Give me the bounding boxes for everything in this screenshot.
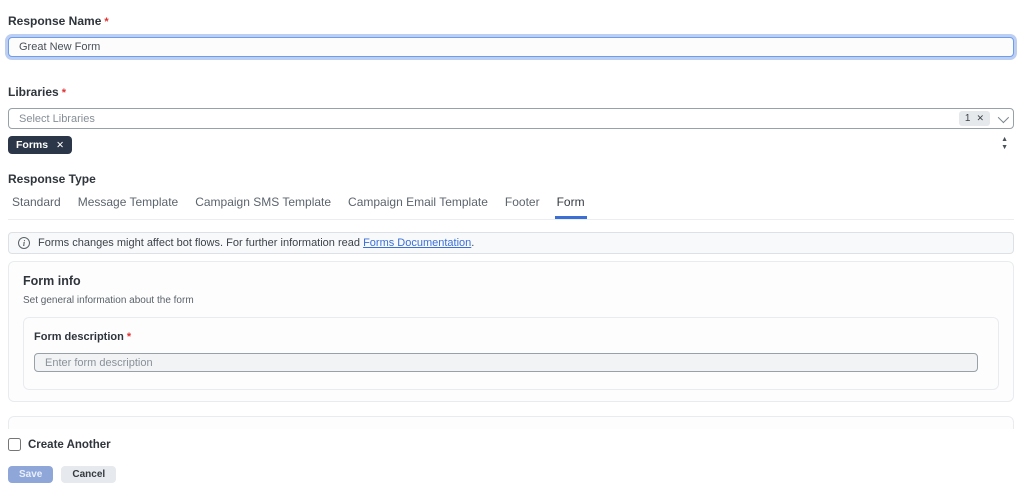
libraries-label: Libraries* [8, 85, 1014, 99]
banner-text-main: Forms changes might affect bot flows. Fo… [38, 237, 360, 249]
chip-label: Forms [16, 139, 48, 151]
form-description-label-text: Form description [34, 331, 124, 343]
form-actions: Save Cancel [8, 466, 1014, 483]
required-asterisk: * [104, 16, 108, 28]
response-type-label: Response Type [8, 172, 1014, 186]
libraries-field: Libraries* Select Libraries 1 ✕ Forms ✕ … [8, 85, 1014, 154]
form-info-subtitle: Set general information about the form [23, 295, 999, 306]
form-prompt-card: Form prompt [8, 416, 1014, 429]
save-button[interactable]: Save [8, 466, 53, 483]
response-name-input[interactable] [8, 37, 1014, 57]
libraries-select[interactable]: Select Libraries 1 ✕ [8, 108, 1014, 129]
form-description-label: Form description* [34, 331, 988, 343]
required-asterisk: * [127, 331, 131, 343]
info-icon: i [18, 237, 30, 249]
response-form-page: Response Name* Libraries* Select Librari… [0, 0, 1024, 468]
library-chip-forms[interactable]: Forms ✕ [8, 136, 72, 154]
tab-campaign-email-template[interactable]: Campaign Email Template [346, 195, 490, 219]
form-description-input[interactable] [34, 353, 978, 372]
forms-documentation-link[interactable]: Forms Documentation [363, 237, 471, 249]
libraries-label-text: Libraries [8, 85, 59, 99]
form-info-title: Form info [23, 274, 999, 288]
form-scroll-area[interactable]: Form info Set general information about … [8, 261, 1014, 429]
forms-info-banner: i Forms changes might affect bot flows. … [8, 232, 1014, 254]
response-type-tabs: Standard Message Template Campaign SMS T… [8, 195, 1014, 220]
libraries-select-controls: 1 ✕ [959, 111, 1006, 126]
banner-text: Forms changes might affect bot flows. Fo… [38, 237, 474, 249]
clear-selection-icon[interactable]: ✕ [976, 113, 984, 124]
arrow-down-icon[interactable]: ▼ [1001, 144, 1008, 152]
selected-count-badge: 1 ✕ [959, 111, 990, 126]
tab-campaign-sms-template[interactable]: Campaign SMS Template [193, 195, 333, 219]
form-info-card: Form info Set general information about … [8, 261, 1014, 402]
response-type-section: Response Type Standard Message Template … [8, 172, 1014, 220]
arrow-up-icon[interactable]: ▲ [1001, 136, 1008, 144]
tab-footer[interactable]: Footer [503, 195, 542, 219]
libraries-chip-row: Forms ✕ ▲ ▼ [8, 136, 1014, 154]
response-name-label-text: Response Name [8, 14, 101, 28]
banner-text-suffix: . [471, 237, 474, 249]
reorder-control: ▲ ▼ [1001, 136, 1008, 152]
create-another-checkbox[interactable] [8, 438, 21, 451]
tab-standard[interactable]: Standard [10, 195, 63, 219]
selected-count: 1 [965, 113, 971, 124]
form-description-group: Form description* [23, 317, 999, 390]
chevron-down-icon[interactable] [998, 111, 1009, 122]
required-asterisk: * [62, 87, 66, 99]
libraries-select-placeholder: Select Libraries [19, 113, 95, 125]
tab-form[interactable]: Form [555, 195, 587, 219]
tab-message-template[interactable]: Message Template [76, 195, 181, 219]
create-another-row: Create Another [8, 438, 1014, 451]
create-another-label: Create Another [28, 439, 111, 451]
chip-remove-icon[interactable]: ✕ [56, 140, 64, 151]
cancel-button[interactable]: Cancel [61, 466, 116, 483]
response-name-label: Response Name* [8, 14, 1014, 28]
